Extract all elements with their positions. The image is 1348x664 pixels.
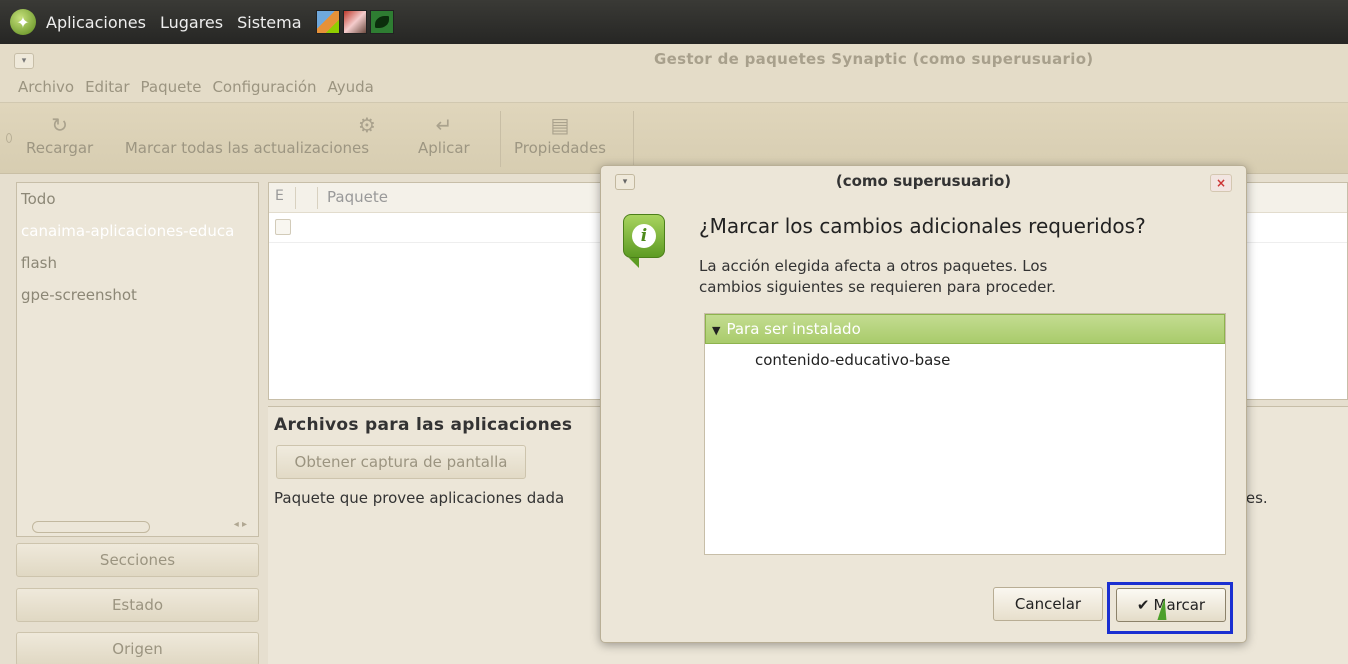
horizontal-scrollbar[interactable]: ◂ ▸ (20, 519, 255, 533)
scroll-arrows-icon[interactable]: ◂ ▸ (234, 519, 247, 530)
window-titlebar: ▾ Gestor de paquetes Synaptic (como supe… (0, 44, 1348, 78)
dialog-title: (como superusuario) (835, 172, 1012, 190)
launcher-app-icon[interactable] (315, 10, 340, 34)
reload-label: Recargar (26, 139, 94, 157)
dialog-message-line: cambios siguientes se requieren para pro… (699, 278, 1056, 296)
apply-button[interactable]: ↵ Aplicar (418, 113, 470, 157)
toolbar-grip[interactable] (6, 133, 12, 143)
changes-tree: ▼ Para ser instalado contenido-educativo-… (704, 313, 1226, 555)
toolbar: ↻ Recargar ⚙ Marcar todas las actualizac… (0, 102, 1348, 174)
dialog-question: ¿Marcar los cambios adicionales requerid… (699, 214, 1146, 238)
launcher-browser-icon[interactable] (342, 10, 367, 34)
mark-all-upgrades-label: Marcar todas las actualizaciones (124, 139, 370, 157)
menu-paquete[interactable]: Paquete (141, 78, 202, 102)
apply-icon: ↵ (435, 113, 453, 137)
reload-icon: ↻ (51, 113, 68, 137)
window-title: Gestor de paquetes Synaptic (como superu… (654, 50, 1094, 68)
dialog-titlebar: ▾ (como superusuario) × (601, 166, 1246, 198)
reload-button[interactable]: ↻ Recargar (26, 113, 93, 157)
distro-logo-icon[interactable]: ✦ (10, 9, 36, 35)
launcher-leaf-icon[interactable] (369, 10, 394, 34)
origin-button[interactable]: Origen (16, 632, 259, 664)
package-checkbox[interactable] (275, 219, 291, 235)
mark-changes-dialog: ▾ (como superusuario) × i ¿Marcar los ca… (600, 165, 1247, 643)
sections-button[interactable]: Secciones (16, 543, 259, 577)
menu-sistema[interactable]: Sistema (237, 13, 301, 32)
close-icon[interactable]: × (1210, 174, 1232, 192)
column-package[interactable]: Paquete (327, 188, 388, 206)
properties-icon: ▤ (550, 113, 570, 137)
scrollbar-thumb[interactable] (32, 521, 150, 533)
tree-group-label: Para ser instalado (726, 320, 861, 338)
toolbar-separator (500, 111, 501, 167)
dialog-message-line: La acción elegida afecta a otros paquete… (699, 257, 1048, 275)
menu-lugares[interactable]: Lugares (160, 13, 223, 32)
filter-item-selected[interactable]: canaima-aplicaciones-educa (17, 215, 258, 247)
menu-aplicaciones[interactable]: Aplicaciones (46, 13, 146, 32)
expander-icon[interactable]: ▼ (712, 324, 720, 337)
properties-button[interactable]: ▤ Propiedades (514, 113, 606, 157)
window-menu-button[interactable]: ▾ (14, 53, 34, 69)
menu-editar[interactable]: Editar (85, 78, 129, 102)
package-description-text: Paquete que provee aplicaciones dada (274, 489, 565, 507)
check-icon: ✔ (1136, 596, 1150, 614)
menu-archivo[interactable]: Archivo (18, 78, 74, 102)
filter-list: Todo canaima-aplicaciones-educa flash gp… (16, 182, 259, 537)
status-button[interactable]: Estado (16, 588, 259, 622)
menu-configuracion[interactable]: Configuración (212, 78, 316, 102)
toolbar-separator (633, 111, 634, 167)
info-icon: i (623, 214, 665, 270)
tree-group-to-install[interactable]: ▼ Para ser instalado (705, 314, 1225, 344)
top-panel: ✦ Aplicaciones Lugares Sistema (0, 0, 1348, 44)
column-separator (317, 187, 318, 209)
filter-item-gpe-screenshot[interactable]: gpe-screenshot (17, 279, 258, 311)
filter-item-todo[interactable]: Todo (17, 183, 258, 215)
menu-ayuda[interactable]: Ayuda (328, 78, 374, 102)
gear-icon: ⚙ (358, 113, 376, 137)
properties-label: Propiedades (514, 139, 606, 157)
list-item[interactable]: contenido-educativo-base (705, 344, 1225, 376)
apply-label: Aplicar (418, 139, 470, 157)
get-screenshot-button[interactable]: Obtener captura de pantalla (276, 445, 526, 479)
menubar: Archivo Editar Paquete Configuración Ayu… (0, 78, 1348, 102)
column-separator (295, 187, 296, 209)
filter-item-flash[interactable]: flash (17, 247, 258, 279)
cancel-button[interactable]: Cancelar (993, 587, 1103, 621)
mark-all-upgrades-button[interactable]: ⚙ Marcar todas las actualizaciones (118, 113, 376, 157)
package-title: Archivos para las aplicaciones (274, 415, 573, 435)
column-status[interactable]: E (275, 188, 284, 204)
dialog-message: La acción elegida afecta a otros paquete… (699, 256, 1139, 298)
